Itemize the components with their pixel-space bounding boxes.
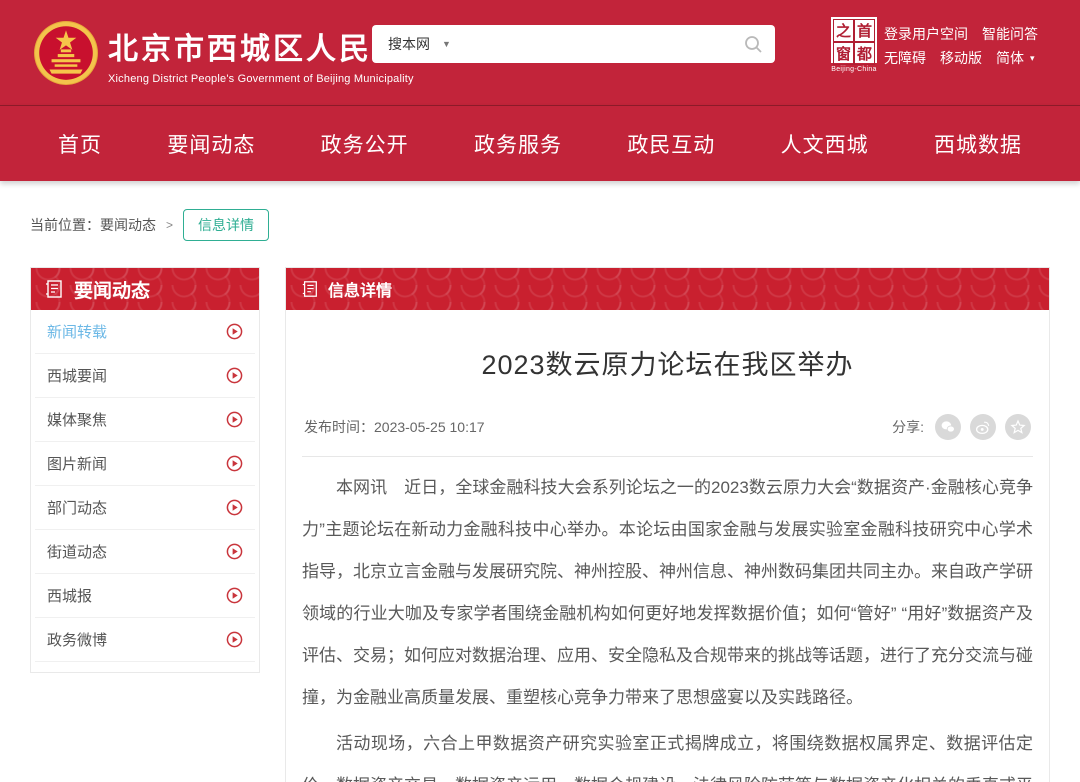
search-scope-label: 搜本网 [388, 34, 430, 54]
weibo-share-button[interactable] [970, 414, 996, 440]
breadcrumb-section-link[interactable]: 要闻动态 [100, 215, 156, 235]
logo-char: 首 [854, 19, 875, 42]
sidebar-item-gov-weibo[interactable]: 政务微博 [35, 618, 255, 662]
article-body: 本网讯 近日，全球金融科技大会系列论坛之一的2023数云原力大会“数据资产·金融… [302, 457, 1033, 782]
share-bar: 分享: [892, 414, 1031, 440]
search-icon[interactable] [743, 34, 763, 54]
article-panel-header: 信息详情 [286, 268, 1049, 310]
play-circle-icon [226, 455, 243, 472]
article: 2023数云原力论坛在我区举办 发布时间：2023-05-25 10:17 分享… [286, 343, 1049, 782]
logo-char: 之 [833, 19, 854, 42]
document-list-icon [301, 280, 319, 298]
logo-char: 都 [854, 42, 875, 65]
search-box[interactable]: 搜本网 ▼ [372, 25, 775, 63]
breadcrumb-current-badge: 信息详情 [183, 209, 269, 241]
nav-item-home[interactable]: 首页 [58, 129, 102, 159]
breadcrumb-separator: > [166, 218, 173, 232]
nav-item-interaction[interactable]: 政民互动 [627, 129, 715, 159]
logo-char: 窗 [833, 42, 854, 65]
document-list-icon [44, 279, 64, 299]
wechat-icon [940, 419, 956, 435]
national-emblem-icon [33, 20, 99, 86]
article-meta-row: 发布时间：2023-05-25 10:17 分享: [302, 410, 1033, 457]
nav-item-data[interactable]: 西城数据 [934, 129, 1022, 159]
utility-links: 登录用户空间 智能问答 无障碍 移动版 简体 ▾ [884, 22, 1038, 70]
publish-time-label: 发布时间： [304, 419, 374, 435]
play-circle-icon [226, 499, 243, 516]
sidebar-header: 要闻动态 [31, 268, 259, 310]
search-scope-selector[interactable]: 搜本网 ▼ [388, 34, 451, 54]
play-circle-icon [226, 631, 243, 648]
nav-item-gov-open[interactable]: 政务公开 [321, 129, 409, 159]
site-subtitle: Xicheng District People's Government of … [108, 73, 438, 85]
chevron-down-icon: ▾ [1030, 46, 1035, 70]
smart-qa-link[interactable]: 智能问答 [982, 22, 1038, 46]
sidebar-item-department-news[interactable]: 部门动态 [35, 486, 255, 530]
chevron-down-icon: ▼ [442, 39, 451, 49]
nav-item-culture[interactable]: 人文西城 [781, 129, 869, 159]
logo-caption: Beijing-China [828, 66, 880, 73]
sidebar-title: 要闻动态 [74, 276, 150, 303]
news-sidebar: 要闻动态 新闻转载 西城要闻 媒体聚焦 图片新闻 部门 [30, 267, 260, 673]
article-panel: 信息详情 2023数云原力论坛在我区举办 发布时间：2023-05-25 10:… [285, 267, 1050, 782]
panel-title: 信息详情 [328, 277, 392, 301]
favorite-share-button[interactable] [1005, 414, 1031, 440]
main-navigation: 首页 要闻动态 政务公开 政务服务 政民互动 人文西城 西城数据 [0, 105, 1080, 181]
sidebar-item-media-focus[interactable]: 媒体聚焦 [35, 398, 255, 442]
play-circle-icon [226, 543, 243, 560]
wechat-share-button[interactable] [935, 414, 961, 440]
publish-time: 发布时间：2023-05-25 10:17 [304, 417, 485, 437]
play-circle-icon [226, 367, 243, 384]
share-label: 分享: [892, 417, 924, 437]
weibo-icon [975, 419, 991, 435]
article-paragraph: 活动现场，六合上甲数据资产研究实验室正式揭牌成立，将围绕数据权属界定、数据评估定… [302, 723, 1033, 782]
sidebar-item-xicheng-paper[interactable]: 西城报 [35, 574, 255, 618]
sidebar-item-street-news[interactable]: 街道动态 [35, 530, 255, 574]
sidebar-item-photo-news[interactable]: 图片新闻 [35, 442, 255, 486]
play-circle-icon [226, 323, 243, 340]
article-paragraph: 本网讯 近日，全球金融科技大会系列论坛之一的2023数云原力大会“数据资产·金融… [302, 467, 1033, 719]
capital-window-logo[interactable]: 之 首 窗 都 Beijing-China [828, 17, 880, 73]
mobile-version-link[interactable]: 移动版 [940, 46, 982, 70]
site-header: 北京市西城区人民政府 Xicheng District People's Gov… [0, 0, 1080, 105]
nav-item-gov-services[interactable]: 政务服务 [474, 129, 562, 159]
sidebar-item-xicheng-news[interactable]: 西城要闻 [35, 354, 255, 398]
search-input[interactable] [451, 29, 743, 59]
publish-time-value: 2023-05-25 10:17 [374, 419, 485, 435]
content-area: 要闻动态 新闻转载 西城要闻 媒体聚焦 图片新闻 部门 [30, 267, 1050, 782]
breadcrumb: 当前位置： 要闻动态 > 信息详情 [30, 209, 1080, 241]
article-title: 2023数云原力论坛在我区举办 [302, 343, 1033, 382]
play-circle-icon [226, 411, 243, 428]
accessibility-link[interactable]: 无障碍 [884, 46, 926, 70]
login-user-space-link[interactable]: 登录用户空间 [884, 22, 968, 46]
play-circle-icon [226, 587, 243, 604]
language-selector[interactable]: 简体 [996, 46, 1024, 70]
sidebar-item-news-repost[interactable]: 新闻转载 [35, 310, 255, 354]
favorite-star-icon [1010, 419, 1026, 435]
nav-item-news[interactable]: 要闻动态 [167, 129, 255, 159]
breadcrumb-prefix: 当前位置： [30, 215, 100, 235]
capital-window-grid: 之 首 窗 都 [831, 17, 877, 63]
